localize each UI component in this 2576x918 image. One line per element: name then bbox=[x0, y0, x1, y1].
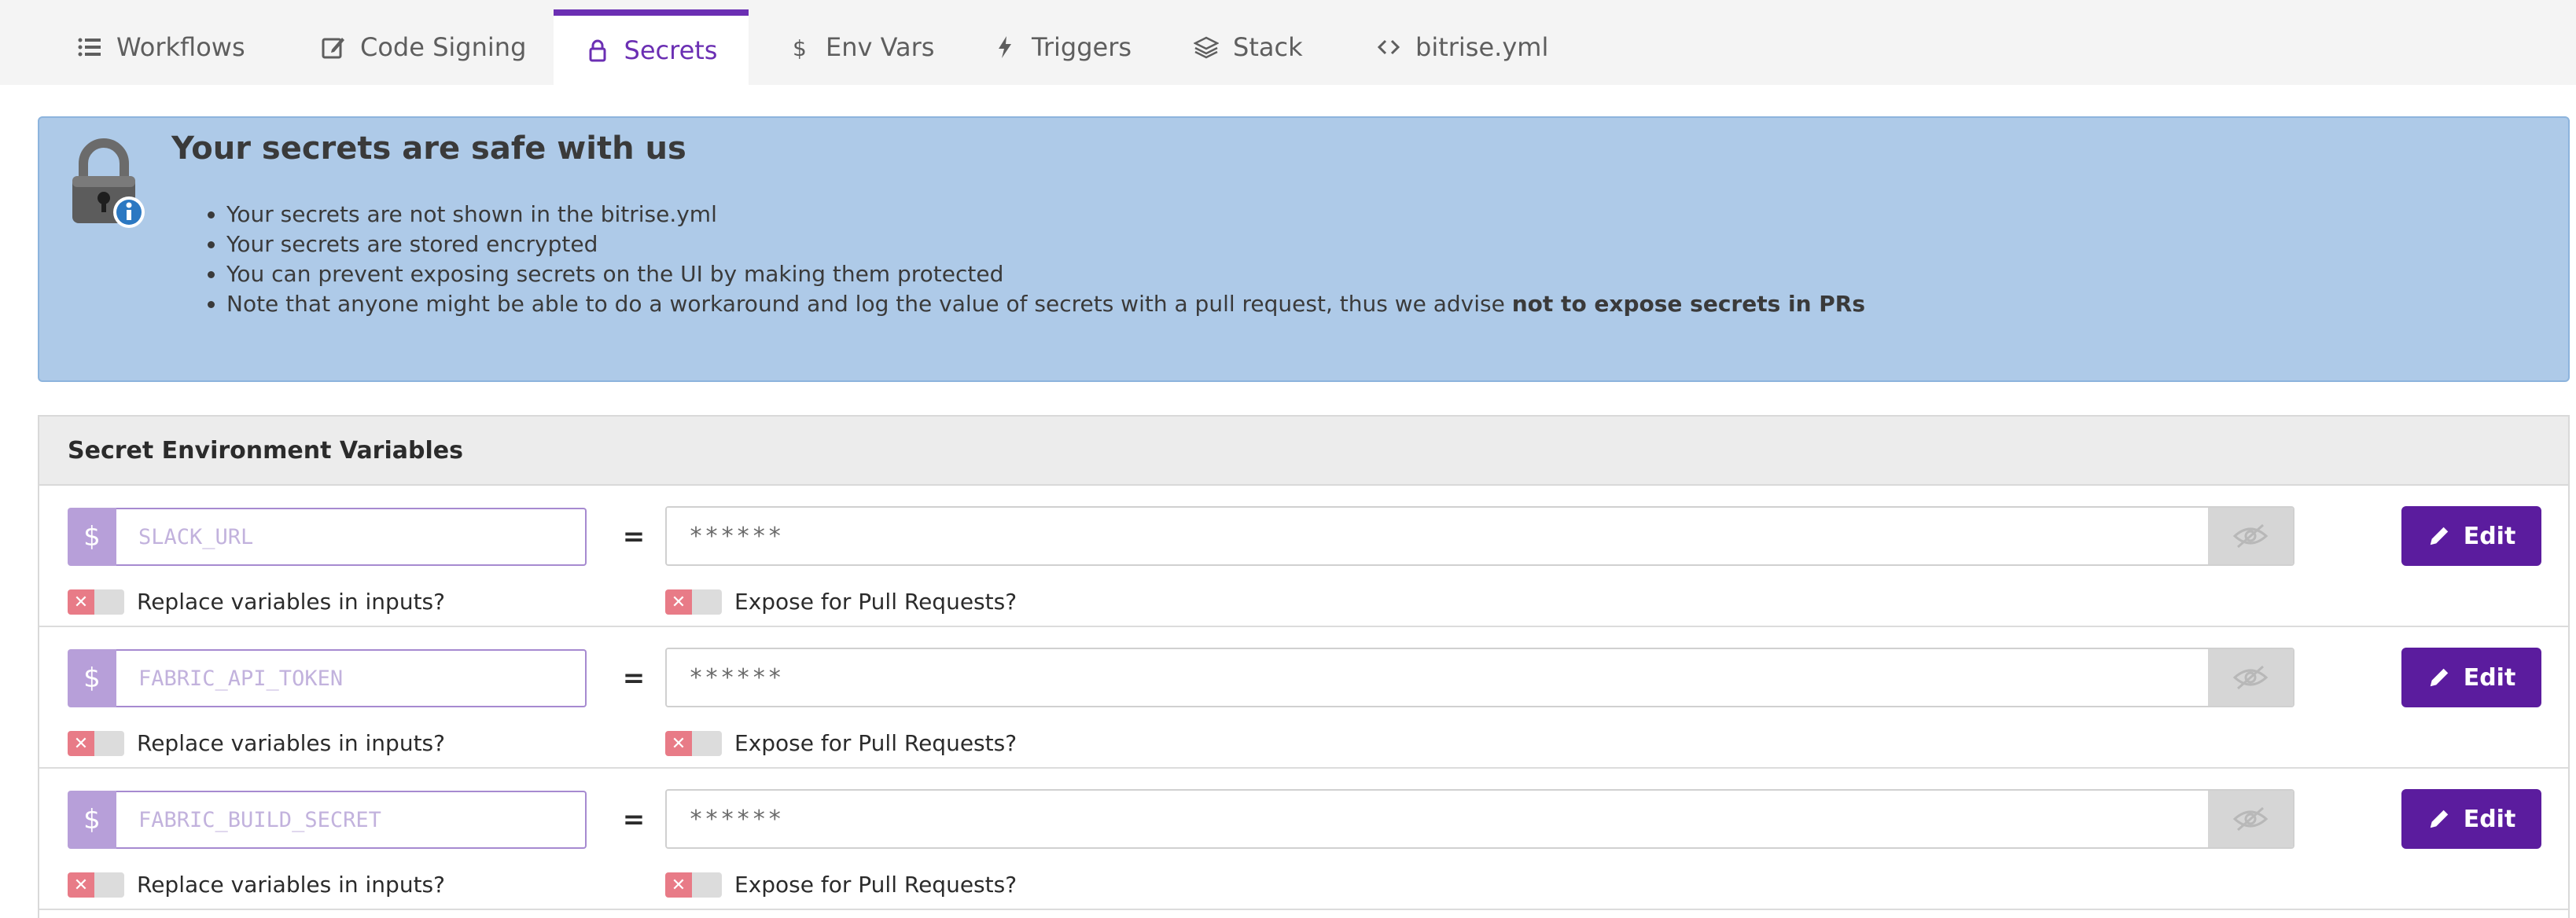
notice-item: Your secrets are not shown in the bitris… bbox=[226, 200, 1865, 230]
equals-sign: = bbox=[622, 663, 646, 694]
secret-value-field[interactable]: ****** bbox=[665, 506, 2294, 566]
expose-pr-label: Expose for Pull Requests? bbox=[734, 730, 1018, 756]
replace-variables-toggle[interactable]: ✕ bbox=[68, 872, 124, 898]
edit-button[interactable]: Edit bbox=[2401, 789, 2541, 849]
expose-pr-toggle[interactable]: ✕ bbox=[665, 731, 722, 756]
layers-icon bbox=[1194, 35, 1219, 60]
code-icon bbox=[1376, 35, 1401, 60]
secret-value-field[interactable]: ****** bbox=[665, 648, 2294, 707]
notice-item: Note that anyone might be able to do a w… bbox=[226, 289, 1865, 319]
tab-secrets[interactable]: Secrets bbox=[554, 9, 749, 85]
secret-value-masked: ****** bbox=[667, 649, 2208, 706]
eye-slash-icon[interactable] bbox=[2208, 649, 2293, 706]
secret-key-field[interactable]: $ FABRIC_API_TOKEN bbox=[68, 649, 587, 707]
tab-label: Triggers bbox=[1032, 32, 1132, 62]
notice-item: You can prevent exposing secrets on the … bbox=[226, 259, 1865, 289]
dollar-icon: $ bbox=[786, 35, 811, 60]
bolt-icon bbox=[992, 35, 1018, 60]
pencil-icon bbox=[2430, 527, 2448, 545]
x-icon: ✕ bbox=[665, 731, 692, 756]
expose-pr-toggle[interactable]: ✕ bbox=[665, 589, 722, 615]
secret-row: $ FABRIC_BUILD_SECRET = ****** Edit ✕ Re… bbox=[39, 769, 2568, 910]
secret-row: $ FABRIC_API_TOKEN = ****** Edit ✕ Repla… bbox=[39, 627, 2568, 769]
padlock-info-icon bbox=[66, 137, 153, 231]
x-icon: ✕ bbox=[68, 589, 94, 615]
tab-env-vars[interactable]: $ Env Vars bbox=[786, 9, 934, 85]
replace-variables-toggle[interactable]: ✕ bbox=[68, 731, 124, 756]
tab-label: Workflows bbox=[116, 32, 245, 62]
edit-label: Edit bbox=[2463, 805, 2516, 833]
tab-label: Env Vars bbox=[826, 32, 935, 62]
notice-item-text: Note that anyone might be able to do a w… bbox=[226, 291, 1512, 317]
edit-box-icon bbox=[321, 35, 346, 60]
expose-pr-label: Expose for Pull Requests? bbox=[734, 589, 1018, 615]
equals-sign: = bbox=[622, 804, 646, 835]
tab-label: Stack bbox=[1233, 32, 1303, 62]
dollar-icon: $ bbox=[68, 508, 116, 566]
equals-sign: = bbox=[622, 521, 646, 553]
pencil-icon bbox=[2430, 810, 2448, 828]
replace-variables-toggle[interactable]: ✕ bbox=[68, 589, 124, 615]
edit-button[interactable]: Edit bbox=[2401, 506, 2541, 566]
secret-env-vars-panel: Secret Environment Variables $ SLACK_URL… bbox=[38, 415, 2570, 918]
lock-icon bbox=[585, 38, 610, 63]
secret-key-field[interactable]: $ SLACK_URL bbox=[68, 508, 587, 566]
x-icon: ✕ bbox=[68, 731, 94, 756]
tab-code-signing[interactable]: Code Signing bbox=[321, 9, 526, 85]
dollar-icon: $ bbox=[68, 649, 116, 707]
secret-key-input[interactable]: FABRIC_BUILD_SECRET bbox=[116, 791, 587, 849]
edit-label: Edit bbox=[2463, 522, 2516, 550]
eye-slash-icon[interactable] bbox=[2208, 791, 2293, 847]
tab-workflows[interactable]: Workflows bbox=[77, 9, 245, 85]
replace-variables-label: Replace variables in inputs? bbox=[137, 589, 445, 615]
secret-value-masked: ****** bbox=[667, 791, 2208, 847]
expose-pr-label: Expose for Pull Requests? bbox=[734, 872, 1018, 898]
list-icon bbox=[77, 35, 102, 60]
secret-key-field[interactable]: $ FABRIC_BUILD_SECRET bbox=[68, 791, 587, 849]
expose-pr-toggle[interactable]: ✕ bbox=[665, 872, 722, 898]
tab-label: Code Signing bbox=[360, 32, 527, 62]
notice-item: Your secrets are stored encrypted bbox=[226, 230, 1865, 259]
eye-slash-icon[interactable] bbox=[2208, 508, 2293, 564]
secret-key-input[interactable]: SLACK_URL bbox=[116, 508, 587, 566]
secret-key-input[interactable]: FABRIC_API_TOKEN bbox=[116, 649, 587, 707]
edit-label: Edit bbox=[2463, 663, 2516, 692]
pencil-icon bbox=[2430, 668, 2448, 687]
tab-label: bitrise.yml bbox=[1415, 32, 1549, 62]
panel-title: Secret Environment Variables bbox=[39, 417, 2568, 486]
secret-row: $ SLACK_URL = ****** Edit ✕ Replace vari… bbox=[39, 486, 2568, 627]
tab-triggers[interactable]: Triggers bbox=[992, 9, 1132, 85]
replace-variables-label: Replace variables in inputs? bbox=[137, 872, 445, 898]
notice-title: Your secrets are safe with us bbox=[171, 130, 686, 167]
secret-value-field[interactable]: ****** bbox=[665, 789, 2294, 849]
security-notice: Your secrets are safe with us Your secre… bbox=[38, 116, 2570, 382]
tab-bitrise-yml[interactable]: bitrise.yml bbox=[1376, 9, 1548, 85]
x-icon: ✕ bbox=[665, 872, 692, 898]
secret-value-masked: ****** bbox=[667, 508, 2208, 564]
tab-stack[interactable]: Stack bbox=[1194, 9, 1303, 85]
notice-list: Your secrets are not shown in the bitris… bbox=[195, 200, 1865, 319]
dollar-icon: $ bbox=[68, 791, 116, 849]
notice-item-bold: not to expose secrets in PRs bbox=[1511, 291, 1866, 317]
x-icon: ✕ bbox=[68, 872, 94, 898]
svg-text:$: $ bbox=[793, 35, 807, 60]
x-icon: ✕ bbox=[665, 589, 692, 615]
top-tab-bar: Workflows Code Signing Secrets $ Env Var… bbox=[0, 0, 2576, 85]
replace-variables-label: Replace variables in inputs? bbox=[137, 730, 445, 756]
tab-label: Secrets bbox=[624, 35, 718, 65]
edit-button[interactable]: Edit bbox=[2401, 648, 2541, 707]
